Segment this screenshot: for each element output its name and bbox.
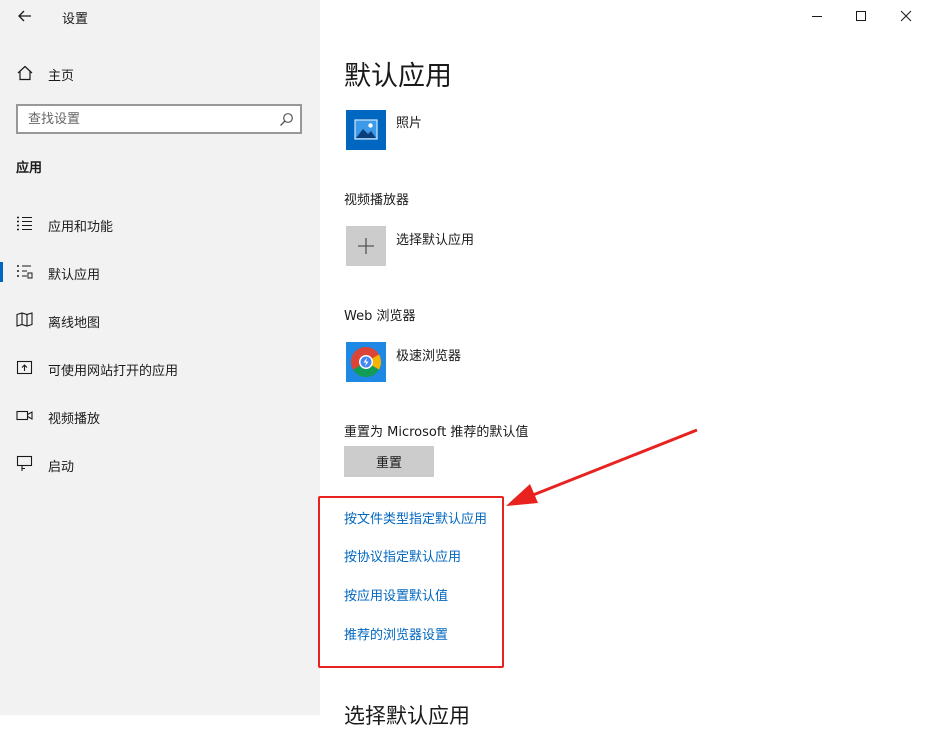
minimize-button[interactable] — [794, 0, 840, 32]
maximize-icon — [856, 11, 866, 21]
sidebar-item-label: 离线地图 — [48, 316, 101, 331]
minimize-icon — [812, 16, 822, 17]
choose-video-app-label[interactable]: 选择默认应用 — [396, 229, 474, 248]
home-nav[interactable]: 主页 — [16, 62, 306, 86]
browser-app-tile[interactable] — [346, 342, 386, 382]
web-browser-category: Web 浏览器 — [344, 309, 416, 324]
close-button[interactable] — [883, 0, 929, 32]
annotation-arrow-icon — [506, 428, 698, 506]
photos-app-tile[interactable] — [346, 110, 386, 150]
sidebar: 设置 主页 应用 应用和功能 默认应用 离线地图 — [0, 0, 320, 715]
sidebar-item-label: 可使用网站打开的应用 — [48, 364, 179, 379]
home-label: 主页 — [48, 69, 75, 84]
sidebar-item-offline-maps[interactable]: 离线地图 — [0, 300, 320, 340]
open-website-icon — [16, 360, 33, 375]
sidebar-item-startup[interactable]: 启动 — [0, 444, 320, 484]
choose-video-app-tile[interactable] — [346, 226, 386, 266]
browser-app-label[interactable]: 极速浏览器 — [396, 345, 461, 364]
app-title: 设置 — [62, 12, 89, 27]
default-apps-icon — [17, 265, 33, 279]
video-player-category: 视频播放器 — [344, 193, 410, 208]
maximize-button[interactable] — [838, 0, 884, 32]
sidebar-item-default-apps[interactable]: 默认应用 — [0, 252, 320, 292]
browser-icon — [350, 347, 382, 378]
page-title: 默认应用 — [344, 61, 452, 92]
sidebar-item-label: 应用和功能 — [48, 220, 114, 235]
sidebar-item-apps-for-websites[interactable]: 可使用网站打开的应用 — [0, 348, 320, 388]
list-icon — [17, 216, 32, 231]
reset-button[interactable]: 重置 — [344, 446, 434, 477]
sidebar-item-video-playback[interactable]: 视频播放 — [0, 396, 320, 436]
photos-icon — [354, 119, 378, 140]
home-icon — [17, 65, 33, 81]
choose-default-apps-heading: 选择默认应用 — [344, 704, 470, 728]
back-button[interactable] — [14, 6, 36, 26]
sidebar-item-label: 启动 — [48, 460, 75, 475]
map-icon — [16, 312, 33, 327]
plus-icon — [358, 238, 374, 254]
photos-app-label[interactable]: 照片 — [396, 112, 422, 131]
startup-icon — [16, 455, 33, 471]
video-icon — [16, 410, 33, 421]
search-input[interactable] — [18, 106, 278, 132]
title-bar: 设置 — [0, 0, 320, 34]
section-title: 应用 — [16, 161, 43, 176]
sidebar-item-label: 视频播放 — [48, 412, 101, 427]
search-box[interactable] — [16, 104, 302, 134]
sidebar-item-label: 默认应用 — [48, 268, 101, 283]
back-arrow-icon — [18, 10, 31, 22]
close-icon — [900, 10, 912, 22]
annotation-highlight-box — [318, 496, 504, 668]
search-icon[interactable] — [279, 112, 294, 127]
sidebar-item-apps-features[interactable]: 应用和功能 — [0, 204, 320, 244]
